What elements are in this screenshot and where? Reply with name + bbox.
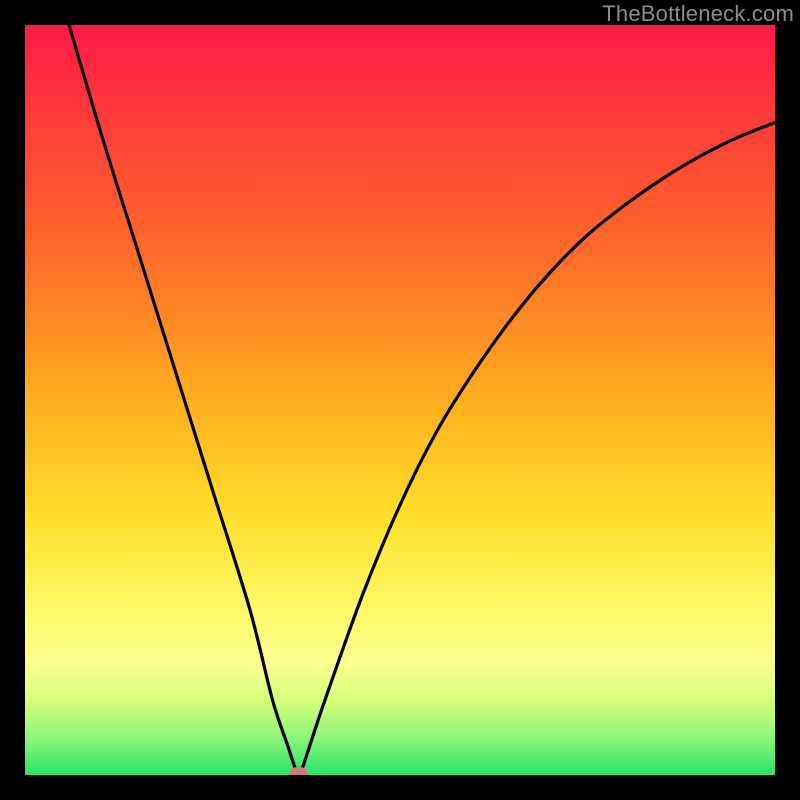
- watermark-text: TheBottleneck.com: [602, 1, 794, 27]
- optimum-marker: [290, 767, 308, 775]
- plot-area: [25, 25, 775, 775]
- curve-layer: [25, 25, 775, 775]
- bottleneck-curve: [25, 25, 775, 773]
- chart-frame: TheBottleneck.com: [0, 0, 800, 800]
